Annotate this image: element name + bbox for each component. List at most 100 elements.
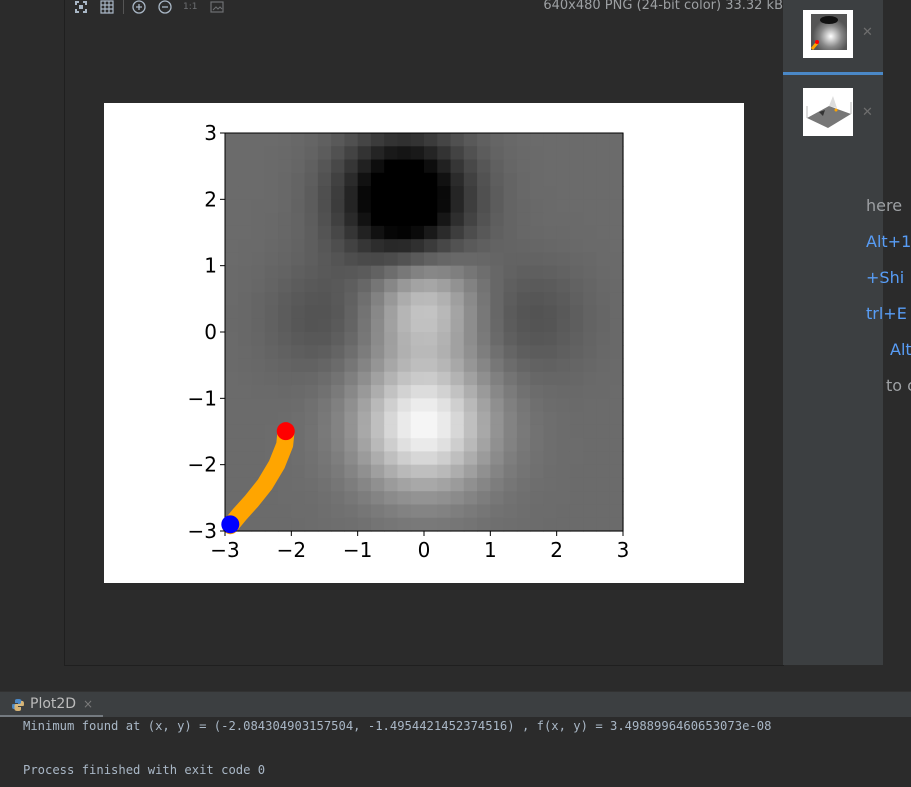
heatmap-cell	[317, 398, 332, 413]
heatmap-cell	[264, 159, 279, 174]
heatmap-cell	[530, 398, 544, 413]
heatmap-cell	[503, 292, 518, 307]
heatmap-cell	[397, 186, 412, 200]
heatmap-cell	[596, 517, 611, 532]
heatmap-cell	[344, 199, 359, 214]
heatmap-cell	[291, 186, 306, 200]
heatmap-cell	[370, 345, 385, 360]
heatmap-cell	[543, 292, 558, 307]
heatmap-cell	[424, 265, 438, 280]
viewer-toolbar: 1:1 640x480 PNG (24-bit color) 33.32 kB	[65, 0, 784, 15]
heatmap-cell	[530, 385, 544, 399]
heatmap-cell	[410, 424, 425, 439]
heatmap-cell	[384, 252, 399, 267]
heatmap-cell	[503, 464, 518, 479]
heatmap-cell	[477, 517, 491, 532]
heatmap-cell	[543, 371, 558, 386]
heatmap-cell	[251, 371, 266, 386]
heatmap-cell	[317, 239, 332, 253]
heatmap-cell	[357, 292, 372, 307]
heatmap-cell	[291, 411, 306, 426]
heatmap-cell	[384, 491, 399, 506]
heatmap-cell	[357, 385, 372, 399]
heatmap-cell	[609, 318, 624, 333]
heatmap-cell	[463, 146, 478, 161]
heatmap-cell	[437, 451, 452, 466]
heatmap-cell	[543, 385, 558, 399]
heatmap-cell	[317, 199, 332, 214]
heatmap-cell	[291, 451, 306, 466]
heatmap-cell	[225, 146, 239, 161]
actual-size-icon[interactable]: 1:1	[183, 0, 197, 14]
zoom-out-icon[interactable]	[158, 0, 172, 14]
heatmap-cell	[278, 212, 292, 227]
heatmap-cell	[569, 477, 584, 492]
heatmap-cell	[397, 438, 412, 452]
heatmap-cell	[344, 172, 359, 187]
heatmap-cell	[251, 332, 266, 346]
thumbnail-item-heatmap[interactable]: ✕	[783, 0, 883, 75]
heatmap-cell	[424, 133, 438, 147]
grid-icon[interactable]	[100, 0, 114, 14]
heatmap-cell	[317, 411, 332, 426]
fit-window-icon[interactable]	[74, 0, 88, 14]
heatmap-thumbnail[interactable]	[803, 10, 853, 58]
tab-plot2d[interactable]: Plot2D ×	[0, 692, 103, 718]
heatmap-cell	[397, 278, 412, 293]
heatmap-cell	[251, 159, 266, 174]
heatmap-cell	[357, 186, 372, 200]
heatmap-cell	[317, 252, 332, 267]
heatmap-cell	[516, 504, 531, 519]
zoom-in-icon[interactable]	[132, 0, 146, 14]
heatmap-cell	[357, 451, 372, 466]
heatmap-cell	[304, 305, 319, 320]
heatmap-cell	[238, 411, 253, 426]
background-icon[interactable]	[210, 0, 224, 14]
heatmap-cell	[410, 172, 425, 187]
heatmap-cell	[225, 212, 239, 227]
close-icon[interactable]: ×	[83, 697, 93, 711]
heatmap-cell	[596, 438, 611, 452]
heatmap-cell	[490, 358, 505, 373]
heatmap-cell	[516, 345, 531, 360]
heatmap-cell	[384, 371, 399, 386]
heatmap-cell	[424, 292, 438, 307]
heatmap-cell	[583, 424, 598, 439]
heatmap-cell	[583, 371, 598, 386]
heatmap-cell	[384, 385, 399, 399]
heatmap-cell	[583, 451, 598, 466]
heatmap-cell	[463, 305, 478, 320]
heatmap-cell	[596, 477, 611, 492]
heatmap-cell	[596, 332, 611, 346]
heatmap-cell	[437, 424, 452, 439]
heatmap-cell	[543, 424, 558, 439]
heatmap-cell	[609, 133, 624, 147]
heatmap-cell	[609, 358, 624, 373]
thumbnail-item-surface[interactable]: ✕	[783, 80, 883, 140]
heatmap-cell	[530, 292, 544, 307]
heatmap-cell	[530, 411, 544, 426]
heatmap-cell	[490, 199, 505, 214]
heatmap-cell	[370, 332, 385, 346]
heatmap-cell	[317, 133, 332, 147]
heatmap-cell	[317, 464, 332, 479]
surface-thumbnail[interactable]	[803, 88, 853, 136]
heatmap-cell	[543, 438, 558, 452]
heatmap-cell	[238, 265, 253, 280]
heatmap-cell	[251, 278, 266, 293]
heatmap-cell	[278, 278, 292, 293]
console-line: Process finished with exit code 0	[23, 763, 266, 777]
heatmap-cell	[556, 385, 571, 399]
heatmap-cell	[278, 371, 292, 386]
close-icon[interactable]: ✕	[862, 105, 873, 120]
heatmap-cell	[397, 385, 412, 399]
heatmap-cell	[317, 146, 332, 161]
heatmap-cell	[264, 212, 279, 227]
close-icon[interactable]: ✕	[862, 25, 873, 40]
heatmap-cell	[490, 278, 505, 293]
heatmap-cell	[331, 371, 345, 386]
heatmap-cell	[450, 464, 465, 479]
heatmap-cell	[384, 212, 399, 227]
heatmap-cell	[450, 305, 465, 320]
heatmap-cell	[357, 212, 372, 227]
